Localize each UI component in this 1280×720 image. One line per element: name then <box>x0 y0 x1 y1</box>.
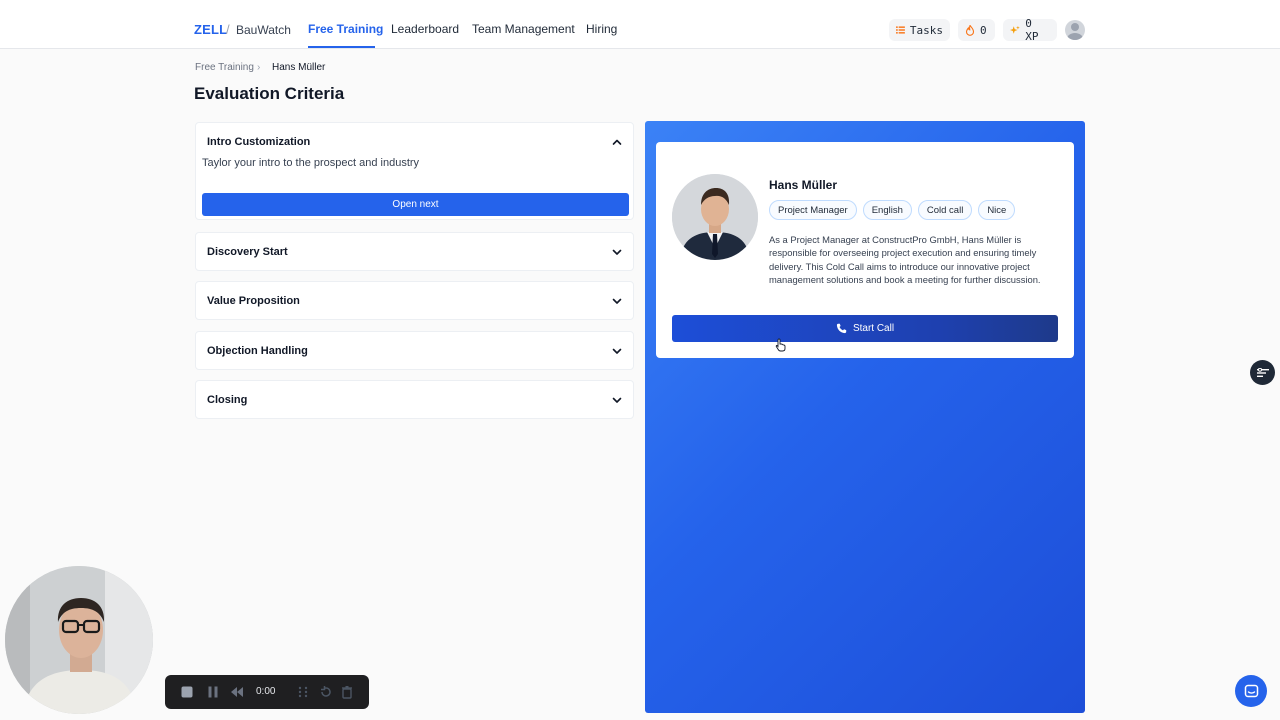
tag-persona: Nice <box>978 200 1016 220</box>
start-call-label: Start Call <box>852 323 895 334</box>
tasks-button[interactable]: Tasks <box>889 19 950 41</box>
phone-icon <box>836 323 847 334</box>
restart-icon[interactable] <box>319 685 333 699</box>
filter-lines-icon <box>1256 367 1269 377</box>
workspace-name[interactable]: BauWatch <box>236 23 291 37</box>
prospect-bio: As a Project Manager at ConstructPro Gmb… <box>769 234 1041 286</box>
screen-recorder-toolbar: 0:00 <box>165 675 369 709</box>
criteria-value-proposition[interactable]: Value Proposition <box>195 281 634 320</box>
chevron-down-icon[interactable] <box>611 295 623 307</box>
breadcrumb-current: Hans Müller <box>272 62 326 73</box>
trash-icon[interactable] <box>340 685 354 699</box>
criteria-description: Taylor your intro to the prospect and in… <box>202 157 420 169</box>
streak-counter[interactable]: 0 <box>958 19 995 41</box>
chat-icon <box>1244 684 1258 697</box>
prospect-photo <box>672 174 758 260</box>
criteria-closing[interactable]: Closing <box>195 380 634 419</box>
criteria-title: Objection Handling <box>207 345 308 357</box>
rewind-icon[interactable] <box>230 685 244 699</box>
side-panel-toggle[interactable] <box>1250 360 1275 385</box>
support-chat-button[interactable] <box>1235 675 1267 707</box>
pause-icon[interactable] <box>206 685 220 699</box>
tag-language: English <box>862 200 912 220</box>
prospect-name: Hans Müller <box>769 178 838 192</box>
flame-icon <box>965 24 975 36</box>
chevron-down-icon[interactable] <box>611 345 623 357</box>
chevron-up-icon[interactable] <box>611 136 623 148</box>
nav-free-training[interactable]: Free Training <box>308 22 383 36</box>
xp-value: 0 XP <box>1025 17 1039 43</box>
nav-leaderboard[interactable]: Leaderboard <box>391 22 459 36</box>
prospect-card: Hans Müller Project Manager English Cold… <box>656 142 1074 358</box>
sparkle-icon <box>1010 25 1020 34</box>
chevron-down-icon[interactable] <box>611 394 623 406</box>
tasks-label: Tasks <box>909 23 943 37</box>
criteria-title: Value Proposition <box>207 295 300 307</box>
criteria-intro-customization: Intro Customization Taylor your intro to… <box>195 122 634 220</box>
stop-icon[interactable] <box>180 685 194 699</box>
nav-hiring[interactable]: Hiring <box>586 22 617 36</box>
criteria-title[interactable]: Intro Customization <box>207 136 310 148</box>
tag-call-type: Cold call <box>917 200 973 220</box>
start-call-button[interactable]: Start Call <box>672 315 1058 342</box>
tag-role: Project Manager <box>769 200 857 220</box>
drag-handle-icon[interactable] <box>296 685 310 699</box>
open-next-button[interactable]: Open next <box>202 193 629 216</box>
brand-logo[interactable]: ZELL <box>194 22 227 37</box>
hand-cursor-icon <box>775 338 786 352</box>
criteria-discovery-start[interactable]: Discovery Start <box>195 232 634 271</box>
streak-count: 0 <box>980 23 987 37</box>
prospect-tags: Project Manager English Cold call Nice <box>769 200 1016 220</box>
criteria-objection-handling[interactable]: Objection Handling <box>195 331 634 370</box>
call-panel: Hans Müller Project Manager English Cold… <box>645 121 1085 713</box>
breadcrumb-parent[interactable]: Free Training <box>195 62 254 73</box>
recording-timer: 0:00 <box>256 686 276 697</box>
page-title: Evaluation Criteria <box>194 84 345 103</box>
active-nav-indicator <box>308 46 375 48</box>
nav-team-management[interactable]: Team Management <box>472 22 575 36</box>
xp-counter[interactable]: 0 XP <box>1003 17 1057 43</box>
top-navigation-bar: ZELL / BauWatch Free Training Leaderboar… <box>0 0 1280 49</box>
breadcrumb-separator: › <box>257 62 261 73</box>
chevron-down-icon[interactable] <box>611 246 623 258</box>
user-avatar[interactable] <box>1065 20 1085 40</box>
criteria-title: Discovery Start <box>207 246 288 258</box>
list-icon <box>896 26 905 34</box>
criteria-title: Closing <box>207 394 248 406</box>
webcam-preview[interactable] <box>5 566 153 714</box>
brand-separator: / <box>226 22 230 37</box>
